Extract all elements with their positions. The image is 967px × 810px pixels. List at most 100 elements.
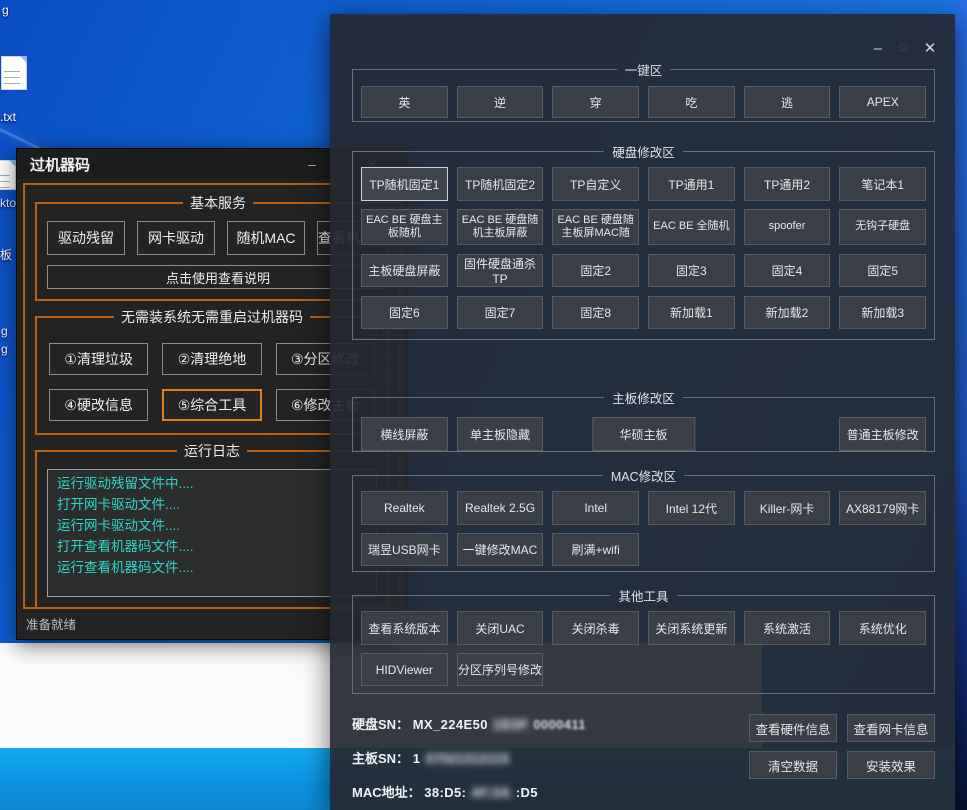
disk-button-board-shield[interactable]: 主板硬盘屏蔽 xyxy=(361,254,448,287)
tools-button-partition-sn[interactable]: 分区序列号修改 xyxy=(457,653,544,686)
clean-junk-button[interactable]: ①清理垃圾 xyxy=(49,343,148,375)
disk-button-spoofer[interactable]: spoofer xyxy=(744,209,831,245)
disk-button-fixed4[interactable]: 固定4 xyxy=(744,254,831,287)
disk-button-tp-custom[interactable]: TP自定义 xyxy=(552,167,639,201)
text-file-icon[interactable] xyxy=(1,56,27,90)
mac-button-usb-nic[interactable]: 瑞昱USB网卡 xyxy=(361,533,448,566)
tools-button-update[interactable]: 关闭系统更新 xyxy=(648,611,735,645)
minimize-icon[interactable]: – xyxy=(299,149,325,179)
disk-button-newload2[interactable]: 新加载2 xyxy=(744,296,831,329)
desktop-icon-label[interactable]: kto xyxy=(0,196,16,210)
tools-row-2: HIDViewer 分区序列号修改 xyxy=(353,653,934,686)
log-line: 运行驱动残留文件中.... xyxy=(57,474,367,495)
disk-button-fixed5[interactable]: 固定5 xyxy=(839,254,926,287)
mac-button-onekey-mac[interactable]: 一键修改MAC xyxy=(457,533,544,566)
mac-button-realtek25g[interactable]: Realtek 2.5G xyxy=(457,491,544,525)
disk-button-tp-common2[interactable]: TP通用2 xyxy=(744,167,831,201)
desktop-icon-label[interactable]: g xyxy=(1,342,8,356)
mac-button-intel12[interactable]: Intel 12代 xyxy=(648,491,735,525)
file-icon[interactable] xyxy=(0,160,16,190)
disk-button-fixed2[interactable]: 固定2 xyxy=(552,254,639,287)
mac-button-intel[interactable]: Intel xyxy=(552,491,639,525)
group-mac-mod: MAC修改区 Realtek Realtek 2.5G Intel Intel … xyxy=(352,466,935,572)
board-button-line-shield[interactable]: 横线屏蔽 xyxy=(361,417,448,451)
disk-row-4: 固定6 固定7 固定8 新加载1 新加载2 新加载3 xyxy=(353,296,934,329)
noreboot-row-1: ①清理垃圾 ②清理绝地 ③分区修改 xyxy=(49,343,375,375)
mac-address-value: 38:D5: xyxy=(424,785,466,800)
disk-button-fixed3[interactable]: 固定3 xyxy=(648,254,735,287)
group-label: 硬盘修改区 xyxy=(604,142,683,161)
desktop-icon-label[interactable]: 板 xyxy=(0,246,12,263)
disk-button-eac-3[interactable]: EAC BE 硬盘随主板屏MAC随 xyxy=(552,209,639,245)
onekey-button-apex[interactable]: APEX xyxy=(839,86,926,118)
close-icon[interactable]: ✕ xyxy=(919,38,941,58)
disk-sn-tail: 0000411 xyxy=(533,717,586,732)
log-line: 运行查看机器码文件.... xyxy=(57,558,367,579)
disk-button-nohook[interactable]: 无钩子硬盘 xyxy=(839,209,926,245)
disk-sn-value: MX_224E50 xyxy=(413,717,488,732)
install-effect-button[interactable]: 安装效果 xyxy=(847,751,935,779)
combo-tools-button[interactable]: ⑤综合工具 xyxy=(162,389,261,421)
disk-button-newload3[interactable]: 新加载3 xyxy=(839,296,926,329)
group-onekey: 一键区 英 逆 穿 吃 逃 APEX xyxy=(352,60,935,122)
disk-button-eac-1[interactable]: EAC BE 硬盘主板随机 xyxy=(361,209,448,245)
disk-button-newload1[interactable]: 新加载1 xyxy=(648,296,735,329)
hard-mod-info-button[interactable]: ④硬改信息 xyxy=(49,389,148,421)
desktop-icon-label[interactable]: g xyxy=(2,3,9,17)
disk-button-fixed8[interactable]: 固定8 xyxy=(552,296,639,329)
tools-button-optimize[interactable]: 系统优化 xyxy=(839,611,926,645)
disk-button-fixed6[interactable]: 固定6 xyxy=(361,296,448,329)
board-button-normal-mod[interactable]: 普通主板修改 xyxy=(839,417,926,451)
disk-sn-label: 硬盘SN： xyxy=(352,717,409,732)
mac-button-wifi[interactable]: 刷满+wifi xyxy=(552,533,639,566)
disk-sn-line: 硬盘SN： MX_224E50 1B3P 0000411 xyxy=(352,714,586,733)
disk-button-fixed7[interactable]: 固定7 xyxy=(457,296,544,329)
view-nic-info-button[interactable]: 查看网卡信息 xyxy=(847,714,935,742)
onekey-button-3[interactable]: 穿 xyxy=(552,86,639,118)
desktop-icon-label[interactable]: g xyxy=(1,324,8,338)
clean-pubg-button[interactable]: ②清理绝地 xyxy=(162,343,261,375)
maximize-icon[interactable]: □ xyxy=(893,38,915,58)
disk-row-1: TP随机固定1 TP随机固定2 TP自定义 TP通用1 TP通用2 笔记本1 xyxy=(353,167,934,201)
desktop: g .txt kto 板 g g 过机器码 – □ ✕ 基本服务 驱动残留 网卡… xyxy=(0,0,967,810)
tools-button-uac[interactable]: 关闭UAC xyxy=(457,611,544,645)
right-window: – □ ✕ 一键区 英 逆 穿 吃 逃 APEX 硬盘修改区 TP随机固定1 T… xyxy=(330,14,955,810)
board-button-single-hide[interactable]: 单主板隐藏 xyxy=(457,417,544,451)
tools-button-hidviewer[interactable]: HIDViewer xyxy=(361,653,448,686)
tools-row-1: 查看系统版本 关闭UAC 关闭杀毒 关闭系统更新 系统激活 系统优化 xyxy=(353,611,934,645)
view-hardware-info-button[interactable]: 查看硬件信息 xyxy=(749,714,837,742)
disk-button-eac-4[interactable]: EAC BE 全随机 xyxy=(648,209,735,245)
log-line: 打开网卡驱动文件.... xyxy=(57,495,367,516)
status-text: 准备就绪 xyxy=(26,614,76,633)
disk-button-tp-fixed1[interactable]: TP随机固定1 xyxy=(361,167,448,201)
disk-button-tp-common1[interactable]: TP通用1 xyxy=(648,167,735,201)
disk-button-firmware-tp[interactable]: 固件硬盘通杀TP xyxy=(457,254,544,287)
mac-row-1: Realtek Realtek 2.5G Intel Intel 12代 Kil… xyxy=(353,491,934,525)
tools-button-antivirus[interactable]: 关闭杀毒 xyxy=(552,611,639,645)
clear-data-button[interactable]: 清空数据 xyxy=(749,751,837,779)
random-mac-button[interactable]: 随机MAC xyxy=(227,221,305,255)
mac-button-killer[interactable]: Killer-网卡 xyxy=(744,491,831,525)
noreboot-row-2: ④硬改信息 ⑤综合工具 ⑥修改主板 xyxy=(49,389,375,421)
tools-button-sysver[interactable]: 查看系统版本 xyxy=(361,611,448,645)
mac-button-realtek[interactable]: Realtek xyxy=(361,491,448,525)
desktop-icon-label[interactable]: .txt xyxy=(0,110,16,124)
nic-driver-button[interactable]: 网卡驱动 xyxy=(137,221,215,255)
disk-button-eac-2[interactable]: EAC BE 硬盘随机主板屏蔽 xyxy=(457,209,544,245)
onekey-button-5[interactable]: 逃 xyxy=(744,86,831,118)
group-board-mod: 主板修改区 横线屏蔽 单主板隐藏 华硕主板 普通主板修改 xyxy=(352,388,935,452)
disk-row-2: EAC BE 硬盘主板随机 EAC BE 硬盘随机主板屏蔽 EAC BE 硬盘随… xyxy=(353,209,934,245)
driver-residue-button[interactable]: 驱动残留 xyxy=(47,221,125,255)
group-label: MAC修改区 xyxy=(603,466,684,485)
onekey-button-1[interactable]: 英 xyxy=(361,86,448,118)
tools-button-activate[interactable]: 系统激活 xyxy=(744,611,831,645)
disk-button-tp-fixed2[interactable]: TP随机固定2 xyxy=(457,167,544,201)
minimize-icon[interactable]: – xyxy=(867,38,889,58)
onekey-button-2[interactable]: 逆 xyxy=(457,86,544,118)
disk-button-laptop1[interactable]: 笔记本1 xyxy=(839,167,926,201)
onekey-button-4[interactable]: 吃 xyxy=(648,86,735,118)
board-button-asus[interactable]: 华硕主板 xyxy=(592,417,695,451)
run-log-list[interactable]: 运行驱动残留文件中.... 打开网卡驱动文件.... 运行网卡驱动文件.... … xyxy=(47,469,377,597)
group-disk-mod: 硬盘修改区 TP随机固定1 TP随机固定2 TP自定义 TP通用1 TP通用2 … xyxy=(352,142,935,340)
mac-button-ax88179[interactable]: AX88179网卡 xyxy=(839,491,926,525)
